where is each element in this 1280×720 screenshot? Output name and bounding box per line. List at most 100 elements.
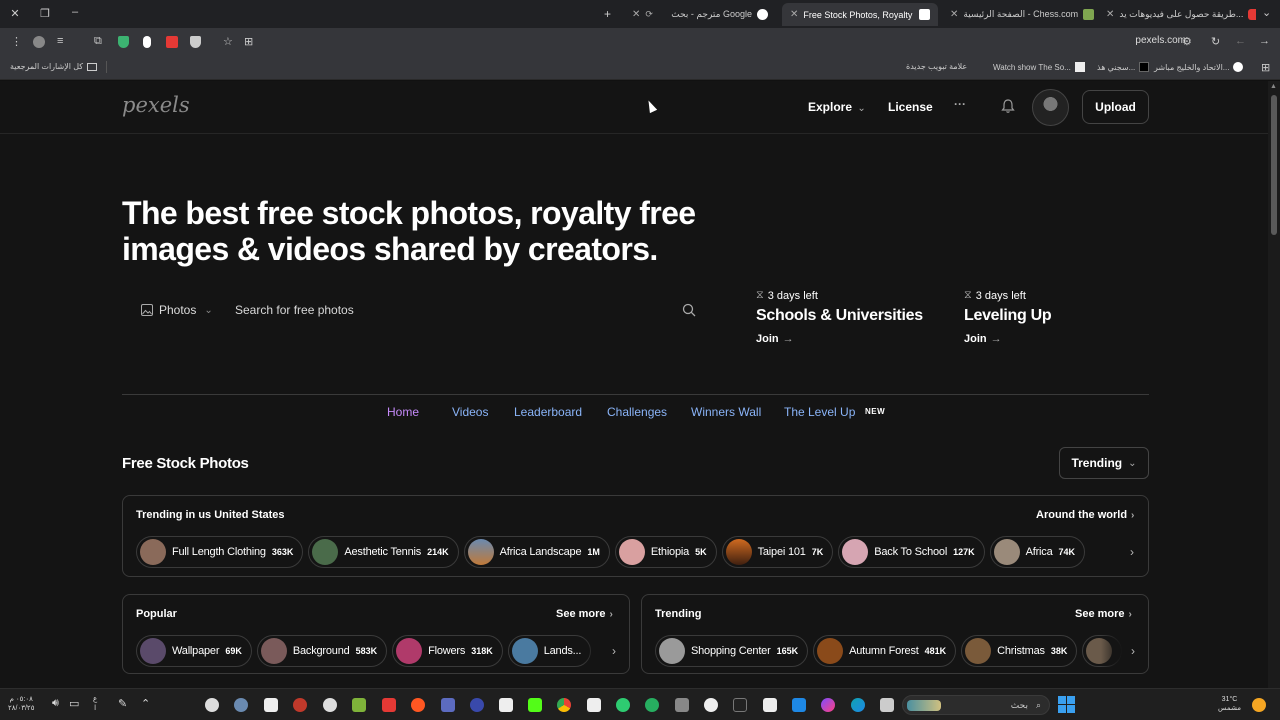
- scroll-right-arrow-icon[interactable]: ›: [1101, 635, 1148, 667]
- shield-white-icon[interactable]: [190, 36, 201, 48]
- upload-button[interactable]: Upload: [1082, 90, 1149, 124]
- apps-grid-icon[interactable]: ⊞: [1261, 61, 1270, 74]
- search-chip[interactable]: Africa 74K: [989, 536, 1086, 568]
- clock-app-icon[interactable]: [704, 698, 718, 712]
- start-button-icon[interactable]: [1058, 696, 1075, 713]
- mail-icon[interactable]: [792, 698, 806, 712]
- volume-icon[interactable]: 🔊︎: [52, 697, 59, 710]
- search-chip[interactable]: Autumn Forest 481K: [813, 635, 957, 667]
- subnav-leaderboard[interactable]: Leaderboard: [514, 405, 582, 419]
- bolt-app-icon[interactable]: [499, 698, 513, 712]
- bookmark-new-tab[interactable]: علامة تبويب جديدة: [906, 62, 967, 71]
- search-chip[interactable]: Wallpaper 69K: [136, 635, 252, 667]
- green-app-icon[interactable]: [616, 698, 630, 712]
- search-chip[interactable]: Background 583K: [256, 635, 388, 667]
- settings-app-icon[interactable]: [234, 698, 248, 712]
- red-extension-icon[interactable]: [166, 36, 178, 48]
- see-more-link[interactable]: See more ›: [556, 608, 613, 620]
- reddit-icon[interactable]: [411, 698, 425, 712]
- tab-youtube[interactable]: ✕ طريقة حصول على فيديوهات يد...: [1098, 3, 1256, 26]
- bell-icon[interactable]: [1001, 98, 1015, 114]
- notes-app-icon[interactable]: [264, 698, 278, 712]
- taskbar-search[interactable]: بحث ⌕: [902, 695, 1050, 715]
- forward-icon[interactable]: ←: [1235, 35, 1246, 47]
- notepad-icon[interactable]: [587, 698, 601, 712]
- pen-icon[interactable]: ✎: [118, 697, 127, 710]
- reading-list-icon[interactable]: ≡: [57, 35, 63, 47]
- search-chip[interactable]: Christmas 38K: [961, 635, 1078, 667]
- search-chip[interactable]: Ethiopia 5K: [614, 536, 717, 568]
- scroll-up-icon[interactable]: ▲: [1270, 83, 1277, 90]
- restore-window-icon[interactable]: ❐: [30, 7, 60, 20]
- close-tab-icon[interactable]: ✕: [632, 9, 640, 20]
- join-link[interactable]: Join →: [964, 333, 1154, 345]
- search-input[interactable]: [235, 299, 655, 321]
- scroll-right-arrow-icon[interactable]: ›: [582, 635, 629, 667]
- clock[interactable]: ٠٥:٠٨ م ٢٨/٠٣/٢٥: [8, 695, 34, 713]
- green-app-2-icon[interactable]: [645, 698, 659, 712]
- avatar[interactable]: [1032, 89, 1069, 126]
- network-icon[interactable]: ▭: [69, 697, 79, 710]
- search-type-dropdown[interactable]: Photos ⌄: [141, 303, 213, 317]
- tab-translator[interactable]: ✕ ⟳ مترجم - بحث Google: [624, 3, 776, 26]
- task-view-icon[interactable]: [880, 698, 894, 712]
- search-icon[interactable]: [682, 303, 696, 317]
- translate-icon[interactable]: ⊞: [244, 35, 253, 48]
- bookmark-ittihad[interactable]: الاتحاد والخليج مباشر...: [1154, 62, 1244, 72]
- minimize-window-icon[interactable]: –: [60, 6, 90, 18]
- back-icon[interactable]: →: [1259, 35, 1270, 47]
- obs-icon[interactable]: [323, 698, 337, 712]
- kick-icon[interactable]: [528, 698, 542, 712]
- edge-icon[interactable]: [851, 698, 865, 712]
- more-menu-icon[interactable]: ···: [954, 97, 966, 111]
- search-chip[interactable]: Aesthetic Tennis 214K: [308, 536, 459, 568]
- search-chip[interactable]: Shopping Center 165K: [655, 635, 809, 667]
- calculator-icon[interactable]: [763, 698, 777, 712]
- menu-dots-icon[interactable]: ⋮: [11, 35, 22, 48]
- tab-search-icon[interactable]: ⌄: [1262, 6, 1271, 19]
- extension-avatar-icon[interactable]: [33, 36, 45, 48]
- page-scrollbar[interactable]: ▲: [1268, 81, 1280, 688]
- challenge-title[interactable]: Leveling Up: [964, 307, 1154, 325]
- mouse-extension-icon[interactable]: [143, 36, 151, 48]
- terminal-icon[interactable]: [733, 698, 747, 712]
- license-link[interactable]: License: [888, 100, 933, 114]
- extensions-icon[interactable]: ⧉: [94, 35, 102, 48]
- url-field[interactable]: pexels.com: [1135, 35, 1186, 46]
- search-chip[interactable]: Lands...: [507, 635, 592, 667]
- shield-extension-icon[interactable]: [118, 36, 129, 48]
- subnav-challenges[interactable]: Challenges: [607, 405, 667, 419]
- close-tab-icon[interactable]: ✕: [1106, 9, 1114, 20]
- close-tab-icon[interactable]: ✕: [950, 9, 958, 20]
- bookmark-watch-show[interactable]: Watch show The So...: [993, 62, 1085, 72]
- search-chip[interactable]: Taipei 101 7K: [721, 536, 834, 568]
- reload-icon[interactable]: ↻: [1211, 35, 1220, 48]
- chrome-dev-icon[interactable]: [293, 698, 307, 712]
- bluestacks-icon[interactable]: [352, 698, 366, 712]
- scroll-right-arrow-icon[interactable]: ›: [1100, 536, 1148, 568]
- subnav-winners-wall[interactable]: Winners Wall: [691, 405, 761, 419]
- search-chip[interactable]: Flowers 318K: [392, 635, 503, 667]
- close-tab-icon[interactable]: ✕: [790, 9, 798, 20]
- copilot-icon[interactable]: [821, 698, 835, 712]
- tray-chevron-icon[interactable]: ⌃: [141, 697, 150, 710]
- search-chip[interactable]: Back To School 127K: [838, 536, 985, 568]
- scrollbar-thumb[interactable]: [1271, 95, 1277, 235]
- explore-menu[interactable]: Explore ⌄: [808, 100, 866, 114]
- bookmark-tiktok[interactable]: سجني هذ...: [1097, 62, 1150, 72]
- blue-app-icon[interactable]: [470, 698, 484, 712]
- search-chip[interactable]: Full Length Clothing 363K: [136, 536, 304, 568]
- subnav-videos[interactable]: Videos: [452, 405, 488, 419]
- bookmark-all[interactable]: كل الإشارات المرجعية: [10, 62, 98, 71]
- sort-dropdown[interactable]: Trending ⌄: [1059, 447, 1149, 479]
- subnav-home[interactable]: Home: [387, 405, 419, 419]
- close-window-icon[interactable]: ✕: [0, 7, 30, 20]
- chrome-icon[interactable]: [557, 698, 571, 712]
- chatgpt-icon[interactable]: [205, 698, 219, 712]
- join-link[interactable]: Join →: [756, 333, 946, 345]
- tab-chess[interactable]: ✕ الصفحة الرئيسية - Chess.com: [942, 3, 1094, 26]
- pexels-logo[interactable]: pexels: [122, 93, 190, 117]
- see-more-link[interactable]: See more ›: [1075, 608, 1132, 620]
- language-indicator[interactable]: عا: [93, 695, 97, 713]
- around-world-link[interactable]: Around the world ›: [1036, 509, 1134, 521]
